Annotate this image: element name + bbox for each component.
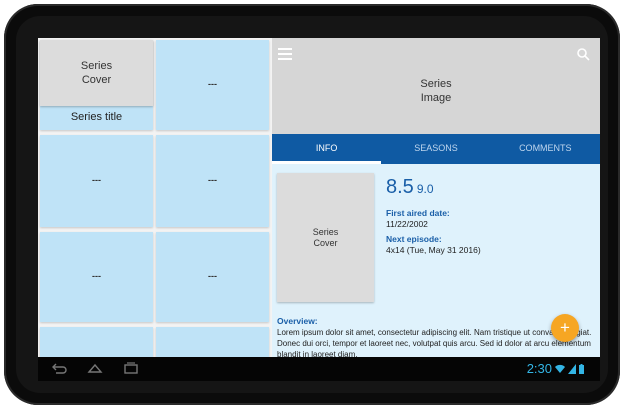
series-cover-placeholder: Series Cover	[40, 40, 153, 106]
first-aired-label: First aired date:	[386, 208, 450, 218]
system-bar: 2:30	[38, 357, 600, 381]
series-grid: Series Cover Series title --- --- --- --…	[38, 38, 272, 357]
series-detail-pane: Series Image INFO SEASONS COMMENTS Serie…	[272, 38, 600, 357]
series-tile[interactable]: ---	[156, 135, 269, 227]
back-icon[interactable]	[50, 361, 68, 375]
series-image-placeholder: Series Image	[272, 38, 600, 134]
overview-text: Lorem ipsum dolor sit amet, consectetur …	[277, 328, 592, 357]
series-tile[interactable]: ---	[40, 232, 153, 322]
home-icon[interactable]	[86, 361, 104, 375]
tile-placeholder-text: ---	[208, 79, 217, 89]
wifi-icon	[555, 364, 565, 373]
tile-placeholder-text: ---	[92, 175, 101, 185]
search-icon[interactable]	[576, 47, 590, 61]
series-image-label: Series Image	[420, 78, 452, 104]
rating-secondary: 9.0	[416, 182, 434, 196]
next-episode-label: Next episode:	[386, 234, 442, 244]
menu-icon[interactable]	[278, 48, 292, 60]
next-episode-value: 4x14 (Tue, May 31 2016)	[386, 245, 481, 255]
signal-icon	[568, 363, 576, 374]
detail-tabs: INFO SEASONS COMMENTS	[272, 134, 600, 164]
first-aired-value: 11/22/2002	[386, 219, 428, 229]
rating-main: 8.5	[386, 176, 414, 198]
tab-info[interactable]: INFO	[272, 134, 382, 164]
series-tile[interactable]: ---	[156, 232, 269, 322]
tab-seasons[interactable]: SEASONS	[381, 134, 490, 164]
series-tile[interactable]: Series Cover Series title	[40, 40, 153, 130]
tile-placeholder-text: ---	[92, 271, 101, 281]
series-tile[interactable]	[40, 327, 153, 357]
add-fab-button[interactable]: +	[551, 314, 579, 342]
system-nav-buttons	[50, 361, 140, 375]
app-screen: Series Cover Series title --- --- --- --…	[38, 38, 600, 357]
battery-icon	[579, 363, 584, 374]
tile-placeholder-text: ---	[208, 175, 217, 185]
rating: 8.5 9.0	[386, 176, 434, 199]
series-tile[interactable]	[156, 327, 269, 357]
series-title: Series title	[70, 111, 123, 123]
recent-apps-icon[interactable]	[122, 361, 140, 375]
tab-comments[interactable]: COMMENTS	[491, 134, 600, 164]
detail-cover-placeholder: Series Cover	[277, 173, 374, 302]
series-tile[interactable]: ---	[156, 40, 269, 130]
overview-label: Overview:	[277, 316, 318, 326]
status-area: 2:30	[527, 361, 584, 376]
tile-placeholder-text: ---	[208, 271, 217, 281]
clock: 2:30	[526, 361, 552, 376]
series-tile[interactable]: ---	[40, 135, 153, 227]
